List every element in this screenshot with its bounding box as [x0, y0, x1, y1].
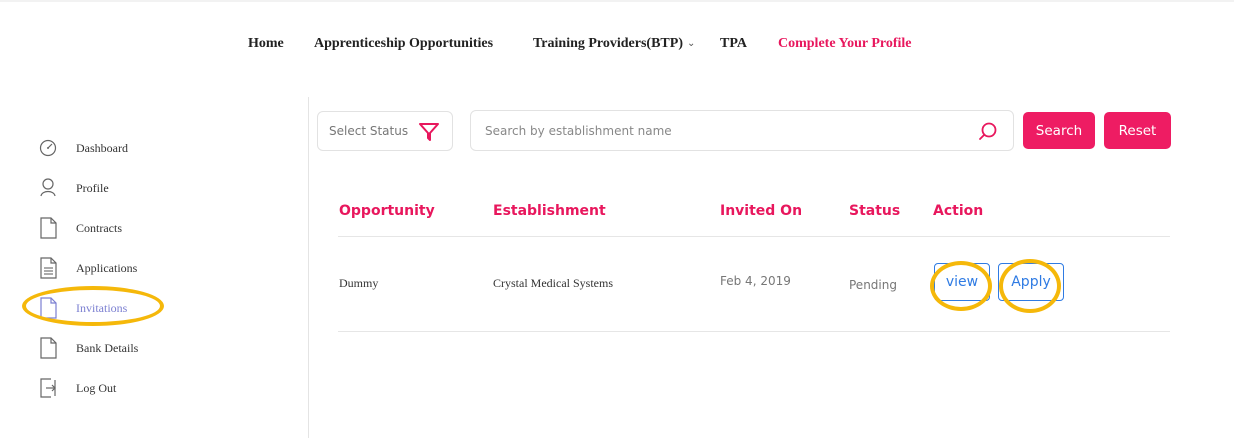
column-header-action: Action	[933, 203, 984, 219]
nav-complete-profile[interactable]: Complete Your Profile	[778, 36, 912, 52]
sidebar-item-profile[interactable]: Profile	[38, 176, 268, 200]
nav-apprenticeship-opportunities[interactable]: Apprenticeship Opportunities	[314, 36, 493, 52]
cell-establishment: Crystal Medical Systems	[493, 276, 613, 290]
sidebar-item-invitations[interactable]: Invitations	[38, 296, 268, 320]
document-icon	[40, 297, 57, 319]
sidebar-item-logout[interactable]: Log Out	[38, 376, 268, 400]
apply-button[interactable]: Apply	[998, 263, 1064, 301]
sidebar-item-applications[interactable]: Applications	[38, 256, 268, 280]
document-lines-icon	[40, 257, 57, 279]
column-header-status: Status	[849, 203, 901, 219]
status-select-label: Select Status	[329, 124, 409, 138]
user-icon	[40, 178, 56, 197]
view-button[interactable]: view	[934, 263, 990, 301]
status-select[interactable]: Select Status	[317, 111, 453, 151]
logout-icon	[40, 378, 56, 398]
column-header-establishment: Establishment	[493, 203, 606, 219]
cell-opportunity: Dummy	[339, 276, 379, 290]
sidebar-item-label: Contracts	[76, 221, 122, 235]
sidebar-item-label: Profile	[76, 181, 109, 195]
dashboard-gauge-icon	[39, 139, 57, 157]
nav-training-providers[interactable]: Training Providers(BTP) ⌄	[533, 36, 695, 52]
search-button[interactable]: Search	[1023, 112, 1095, 149]
sidebar-item-dashboard[interactable]: Dashboard	[38, 136, 268, 160]
nav-home[interactable]: Home	[248, 36, 284, 52]
chevron-down-icon: ⌄	[686, 38, 696, 49]
sidebar-divider	[308, 97, 309, 438]
search-icon[interactable]	[977, 121, 999, 143]
reset-button[interactable]: Reset	[1104, 112, 1171, 149]
column-header-invited-on: Invited On	[720, 203, 803, 219]
search-input[interactable]	[485, 120, 955, 142]
search-box	[470, 110, 1014, 151]
filter-funnel-icon	[419, 123, 439, 141]
cell-invited-on: Feb 4, 2019	[720, 274, 791, 288]
cell-status: Pending	[849, 278, 897, 292]
sidebar-item-label: Invitations	[76, 301, 128, 315]
top-navigation: Home Apprenticeship Opportunities Traini…	[0, 36, 1234, 56]
sidebar-item-label: Dashboard	[76, 141, 128, 155]
sidebar-item-bank-details[interactable]: Bank Details	[38, 336, 268, 360]
header-divider	[338, 236, 1170, 237]
sidebar-item-label: Log Out	[76, 381, 117, 395]
nav-tpa[interactable]: TPA	[720, 36, 747, 52]
sidebar-item-label: Bank Details	[76, 341, 139, 355]
top-border	[0, 0, 1234, 2]
document-icon	[40, 217, 57, 239]
document-icon	[40, 337, 57, 359]
sidebar-item-contracts[interactable]: Contracts	[38, 216, 268, 240]
row-divider	[338, 331, 1170, 332]
nav-training-providers-label: Training Providers(BTP)	[533, 36, 683, 51]
sidebar-item-label: Applications	[76, 261, 138, 275]
column-header-opportunity: Opportunity	[339, 203, 435, 219]
